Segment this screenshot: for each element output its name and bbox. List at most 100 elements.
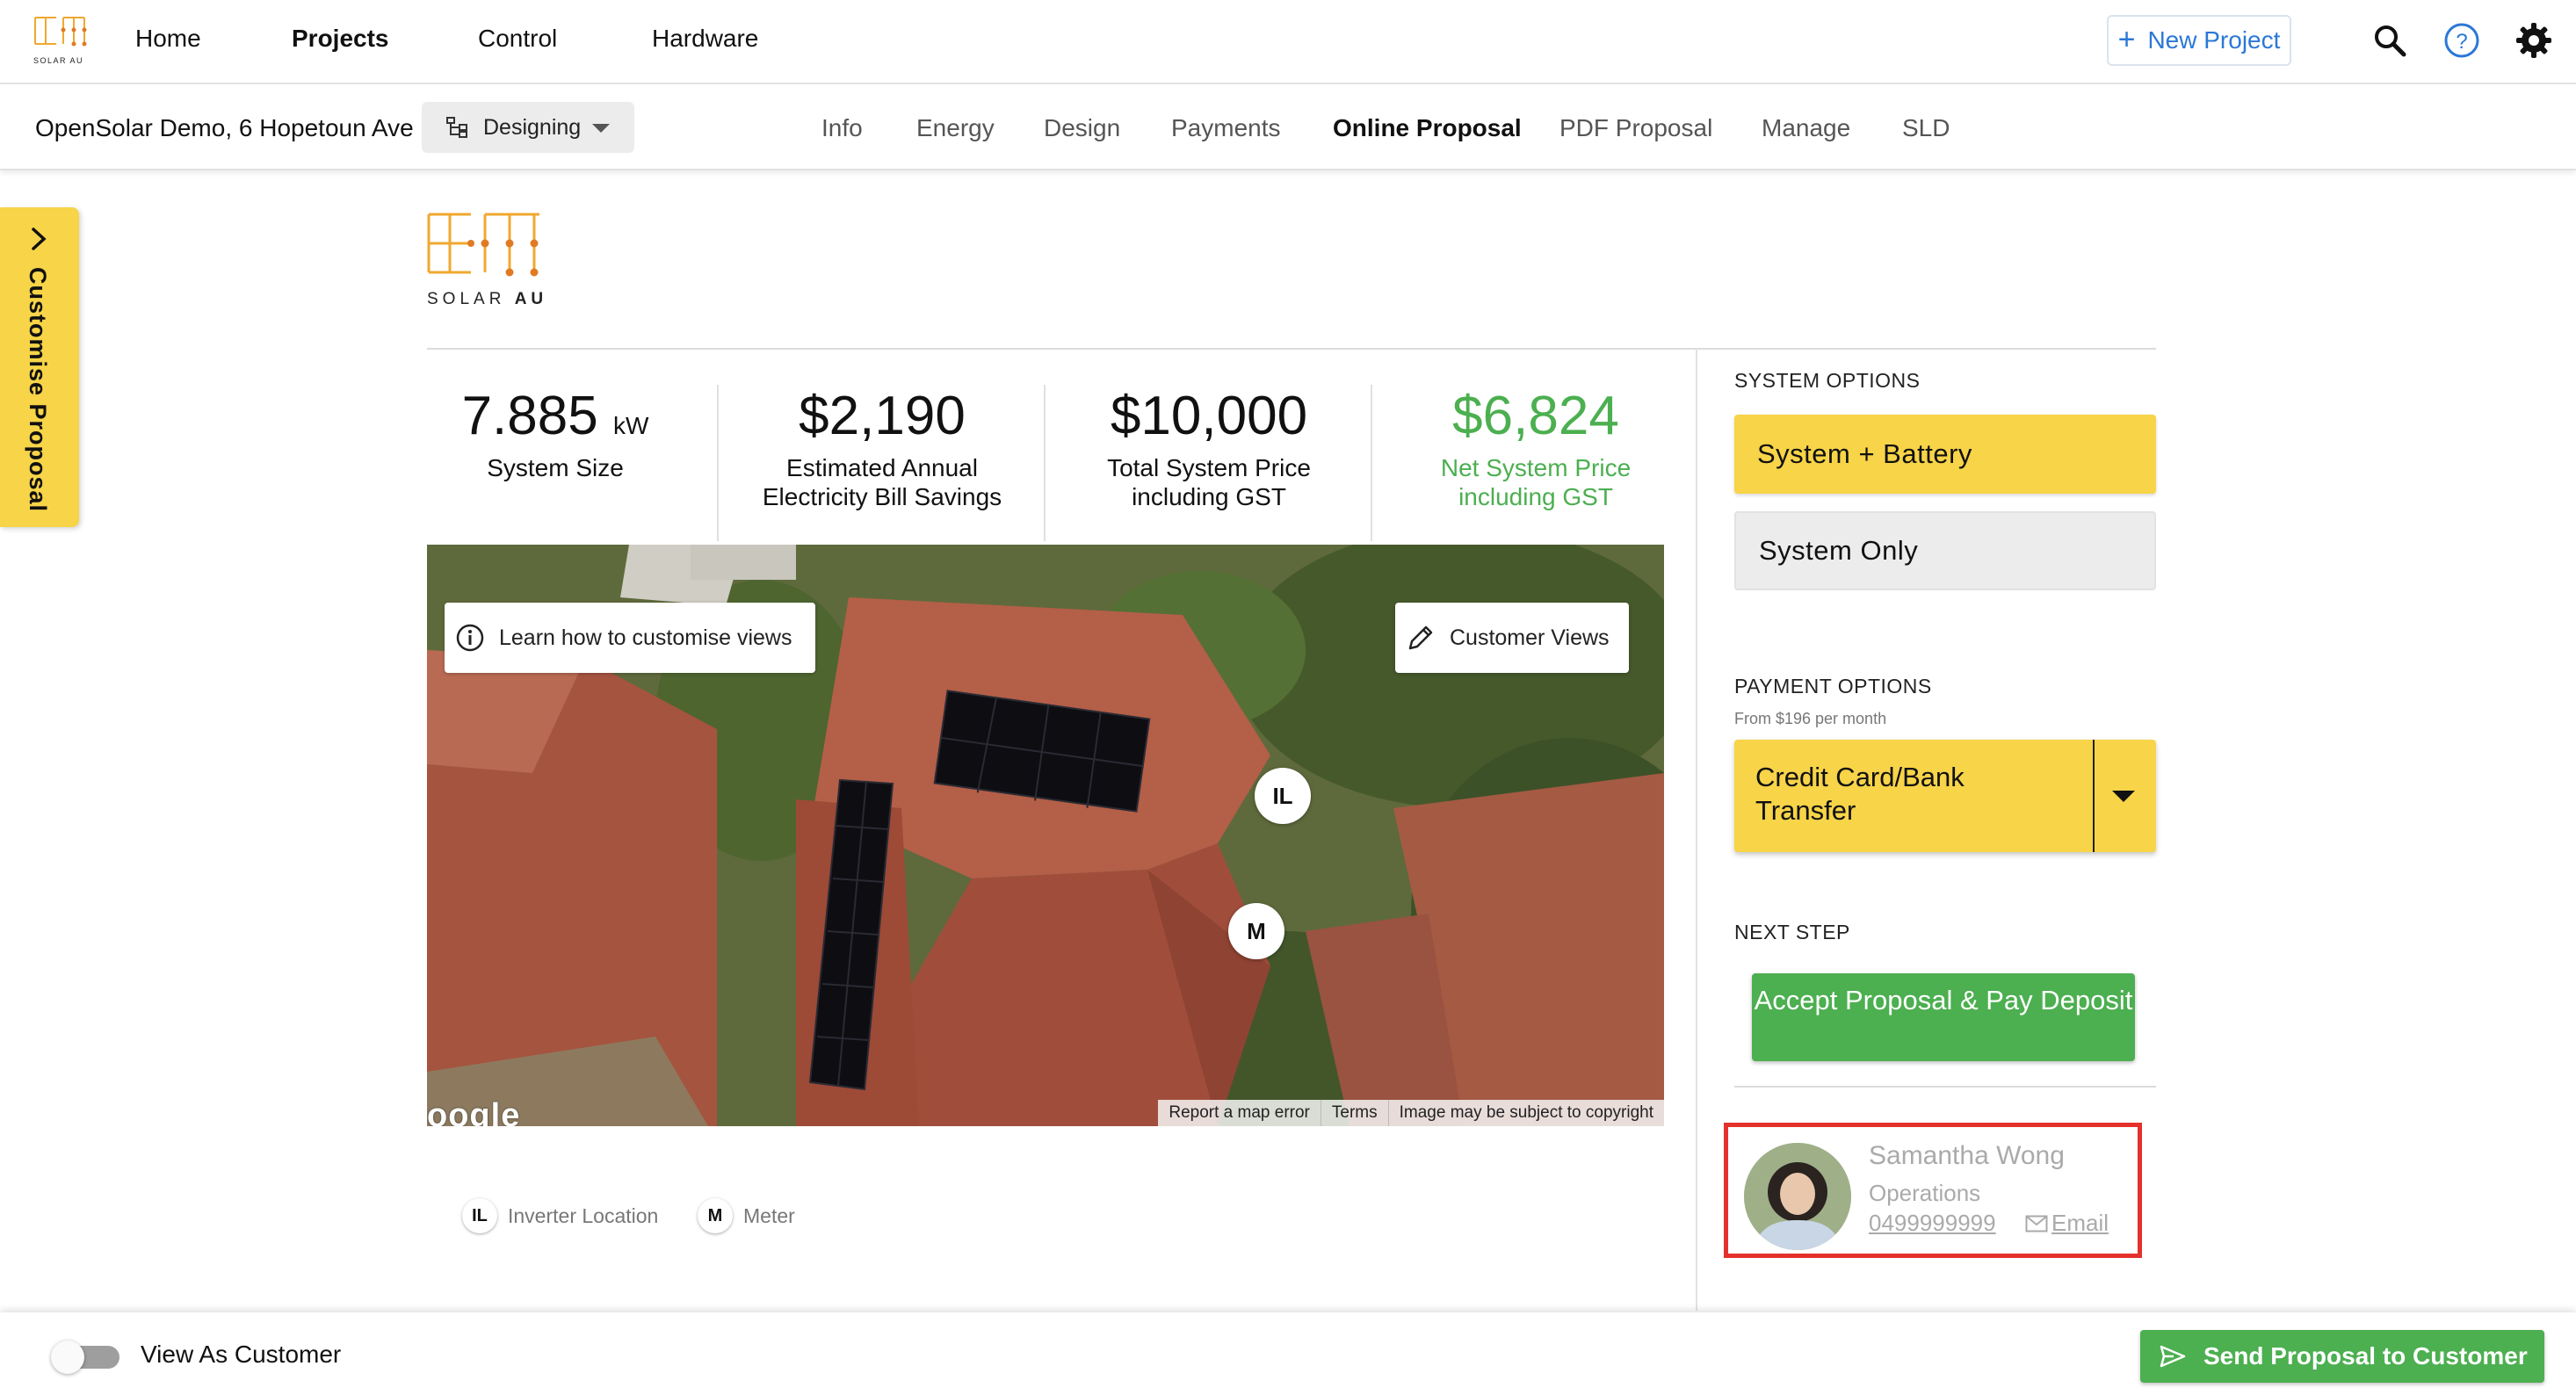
contact-name: Samantha Wong: [1869, 1141, 2065, 1170]
solar-au-brand-logo: SOLAR AU: [425, 211, 548, 309]
divider: [1734, 1086, 2156, 1088]
contact-phone-link[interactable]: 0499999999: [1869, 1210, 1996, 1237]
meter-marker[interactable]: M: [1228, 903, 1284, 959]
search-icon[interactable]: [2370, 21, 2409, 60]
legend-meter: M Meter: [698, 1198, 795, 1233]
brand-text: SOLAR AU: [427, 290, 547, 309]
brand-grid-icon: [427, 213, 539, 277]
solar-au-logo[interactable]: SOLAR AU: [33, 16, 95, 65]
customer-views-label: Customer Views: [1450, 625, 1610, 650]
tab-payments[interactable]: Payments: [1171, 114, 1281, 142]
payment-option-select[interactable]: Credit Card/Bank Transfer: [1734, 740, 2156, 852]
legend-label: Inverter Location: [508, 1203, 659, 1227]
divider: [427, 348, 2156, 350]
nav-hardware[interactable]: Hardware: [652, 25, 758, 53]
inverter-location-marker[interactable]: IL: [1255, 768, 1311, 824]
logo-grid-icon: [34, 17, 87, 47]
terms-link[interactable]: Terms: [1320, 1100, 1388, 1126]
view-as-customer-label: View As Customer: [141, 1341, 342, 1368]
option-system-only[interactable]: System Only: [1734, 511, 2156, 590]
email-label: Email: [2051, 1210, 2109, 1236]
stat-value: $6,824: [1452, 386, 1619, 446]
customise-proposal-tab[interactable]: Customise Proposal: [0, 207, 79, 527]
stat-label: Net System Price: [1440, 454, 1632, 482]
payment-options-subtitle: From $196 per month: [1734, 710, 1887, 727]
learn-customise-views-label: Learn how to customise views: [499, 625, 792, 650]
contact-card: Samantha Wong Operations 0499999999 Emai…: [1724, 1123, 2142, 1258]
tab-pdf-proposal[interactable]: PDF Proposal: [1559, 114, 1712, 142]
tab-manage[interactable]: Manage: [1762, 114, 1850, 142]
stat-unit: kW: [612, 412, 649, 439]
inverter-badge: IL: [462, 1198, 497, 1233]
legend-inverter: IL Inverter Location: [462, 1198, 658, 1233]
stage-label: Designing: [483, 114, 582, 140]
new-project-button[interactable]: + New Project: [2107, 15, 2291, 66]
stat-label-line2: including GST: [1458, 483, 1613, 511]
stage-dropdown[interactable]: Designing: [422, 102, 634, 153]
tab-design[interactable]: Design: [1044, 114, 1120, 142]
stat-annual-savings: $2,190 Estimated Annual Electricity Bill …: [719, 386, 1046, 511]
project-title: OpenSolar Demo, 6 Hopetoun Ave: [35, 114, 414, 141]
send-icon: [2160, 1345, 2186, 1368]
copyright-notice: Image may be subject to copyright: [1387, 1100, 1664, 1126]
plus-icon: +: [2117, 22, 2136, 56]
caret-down-icon: [592, 124, 610, 133]
top-navbar: SOLAR AU Home Projects Control Hardware …: [0, 0, 2576, 84]
new-project-label: New Project: [2147, 26, 2281, 54]
help-icon[interactable]: ?: [2442, 21, 2481, 60]
caret-down-icon: [2112, 791, 2135, 802]
google-watermark: oogle: [427, 1097, 521, 1126]
nav-control[interactable]: Control: [478, 25, 557, 53]
stat-system-size: 7.885 kW System Size: [392, 386, 719, 482]
payment-options-title: PAYMENT OPTIONS: [1734, 675, 1932, 698]
send-proposal-button[interactable]: Send Proposal to Customer: [2140, 1330, 2544, 1383]
contact-role: Operations: [1869, 1180, 1981, 1206]
stat-label: Total System Price: [1107, 454, 1311, 482]
svg-text:?: ?: [2456, 30, 2467, 54]
tab-energy[interactable]: Energy: [916, 114, 995, 142]
stat-label-line2: including GST: [1132, 483, 1286, 511]
contact-email-link[interactable]: Email: [2025, 1210, 2109, 1237]
avatar: [1744, 1143, 1851, 1250]
view-as-customer-toggle[interactable]: [51, 1341, 119, 1374]
tab-sld[interactable]: SLD: [1902, 114, 1950, 142]
system-options-title: SYSTEM OPTIONS: [1734, 369, 1921, 392]
map-attribution: Report a map error Terms Image may be su…: [1158, 1100, 1664, 1126]
project-header: OpenSolar Demo, 6 Hopetoun Ave Designing…: [0, 84, 2576, 170]
stat-total-price: $10,000 Total System Price including GST: [1046, 386, 1372, 511]
toggle-knob: [51, 1341, 84, 1374]
next-step-title: NEXT STEP: [1734, 921, 1850, 943]
learn-customise-views-button[interactable]: Learn how to customise views: [445, 603, 815, 673]
stat-label: Estimated Annual: [786, 454, 978, 482]
meter-badge: M: [698, 1198, 733, 1233]
pencil-icon: [1408, 625, 1433, 650]
send-proposal-label: Send Proposal to Customer: [2203, 1342, 2528, 1370]
satellite-map[interactable]: Learn how to customise views Customer Vi…: [427, 545, 1664, 1126]
chevron-right-icon: [32, 228, 47, 250]
accept-proposal-button[interactable]: Accept Proposal & Pay Deposit: [1752, 973, 2135, 1061]
report-map-error-link[interactable]: Report a map error: [1158, 1100, 1321, 1126]
stat-value: 7.885: [461, 386, 598, 446]
legend-label: Meter: [743, 1203, 795, 1227]
logo-small-text: SOLAR AU: [33, 56, 84, 65]
stat-net-price: $6,824 Net System Price including GST: [1372, 386, 1699, 511]
select-divider: [2093, 740, 2095, 852]
nav-projects[interactable]: Projects: [292, 25, 389, 53]
tab-info[interactable]: Info: [821, 114, 863, 142]
option-system-battery[interactable]: System + Battery: [1734, 415, 2156, 494]
stat-value: $2,190: [799, 386, 966, 446]
brand-text-light: SOLAR: [427, 290, 515, 308]
mail-icon: [2025, 1215, 2048, 1232]
stat-value: $10,000: [1110, 386, 1308, 446]
stat-label-line2: Electricity Bill Savings: [762, 483, 1002, 511]
info-icon: [456, 624, 484, 652]
customise-proposal-label: Customise Proposal: [25, 267, 51, 513]
stat-label: System Size: [487, 454, 624, 482]
settings-icon[interactable]: [2514, 21, 2553, 60]
customer-views-button[interactable]: Customer Views: [1395, 603, 1629, 673]
tab-online-proposal[interactable]: Online Proposal: [1333, 114, 1522, 142]
brand-text-bold: AU: [514, 290, 548, 308]
nav-home[interactable]: Home: [135, 25, 201, 53]
bottom-action-bar: View As Customer Send Proposal to Custom…: [0, 1312, 2576, 1395]
workflow-icon: [446, 117, 467, 138]
